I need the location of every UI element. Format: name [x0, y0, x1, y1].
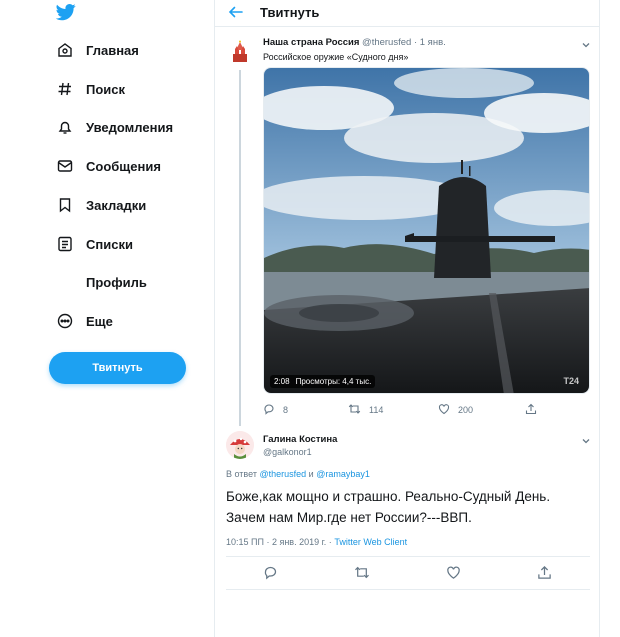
- avatar[interactable]: [226, 431, 254, 459]
- more-icon: [56, 312, 74, 330]
- share-icon[interactable]: [537, 565, 552, 585]
- tweet-detail-column: Твитнуть Наша страна Россия @therusfed ·…: [214, 0, 600, 637]
- profile-icon: [56, 273, 74, 291]
- divider: [226, 556, 590, 557]
- reply-context: В ответ @therusfed и @ramaybay1: [226, 469, 370, 479]
- tweet-button[interactable]: Твитнуть: [49, 352, 186, 384]
- tweet-timestamp[interactable]: 10:15 ПП · 2 янв. 2019 г. ·: [226, 537, 332, 547]
- like-count: 200: [458, 405, 474, 415]
- author-handle[interactable]: @galkonor1: [263, 447, 312, 457]
- retweet-button[interactable]: 114: [348, 403, 383, 417]
- reply-icon[interactable]: [263, 565, 278, 585]
- twitter-bird-icon[interactable]: [55, 2, 76, 22]
- video-info-badge: 2:08 Просмотры: 4,4 тыс.: [270, 375, 376, 388]
- share-button[interactable]: [525, 403, 537, 417]
- video-views: Просмотры: 4,4 тыс.: [295, 377, 372, 386]
- list-icon: [56, 235, 74, 253]
- thread-connector-line: [239, 70, 241, 426]
- avatar[interactable]: [226, 38, 254, 66]
- video-player[interactable]: 2:08 Просмотры: 4,4 тыс. T24: [263, 67, 590, 394]
- page-title: Твитнуть: [260, 5, 320, 20]
- sidebar-item-lists[interactable]: Списки: [56, 232, 133, 256]
- heart-icon[interactable]: [446, 565, 461, 585]
- envelope-icon: [56, 157, 74, 175]
- tweet-date[interactable]: · 1 янв.: [414, 37, 446, 48]
- sidebar-item-label: Сообщения: [86, 158, 161, 174]
- chevron-down-icon[interactable]: [581, 433, 591, 444]
- video-thumbnail: [264, 68, 589, 393]
- retweet-icon: [348, 403, 361, 417]
- sidebar-item-label: Профиль: [86, 274, 147, 290]
- channel-watermark: T24: [563, 376, 579, 386]
- home-icon: [56, 41, 74, 59]
- like-button[interactable]: 200: [438, 403, 473, 417]
- divider: [226, 589, 590, 590]
- bell-icon: [56, 118, 74, 136]
- sidebar-item-notifications[interactable]: Уведомления: [56, 115, 173, 139]
- tweet-text: Российское оружие «Судного дня»: [263, 52, 409, 62]
- bookmark-icon: [56, 196, 74, 214]
- mention-link[interactable]: @ramaybay1: [316, 469, 370, 479]
- author-name[interactable]: Галина Костина: [263, 434, 337, 445]
- sidebar-item-profile[interactable]: Профиль: [56, 270, 147, 294]
- share-icon: [525, 403, 537, 417]
- tweet-actions: 8 114 200: [263, 403, 563, 419]
- sidebar-item-label: Главная: [86, 42, 139, 58]
- tweet-metadata: 10:15 ПП · 2 янв. 2019 г. · Twitter Web …: [226, 537, 407, 547]
- tweet-actions: [215, 564, 601, 582]
- sidebar-item-label: Закладки: [86, 197, 147, 213]
- author-handle[interactable]: @therusfed: [362, 37, 411, 48]
- sidebar-item-label: Еще: [86, 313, 113, 329]
- hashtag-icon: [56, 80, 74, 98]
- sidebar-item-bookmarks[interactable]: Закладки: [56, 193, 146, 217]
- heart-icon: [438, 403, 450, 417]
- sidebar-item-search[interactable]: Поиск: [56, 77, 125, 101]
- author-name[interactable]: Наша страна Россия: [263, 37, 359, 48]
- retweet-icon[interactable]: [354, 565, 370, 585]
- reply-and: и: [308, 469, 314, 479]
- video-duration: 2:08: [274, 377, 290, 386]
- sidebar-item-label: Поиск: [86, 81, 126, 97]
- client-link[interactable]: Twitter Web Client: [334, 537, 407, 547]
- sidebar-item-home[interactable]: Главная: [56, 38, 139, 62]
- sidebar-item-messages[interactable]: Сообщения: [56, 154, 161, 178]
- header: Твитнуть: [215, 0, 599, 27]
- reply-icon: [263, 403, 275, 417]
- back-arrow-icon[interactable]: [227, 3, 245, 21]
- tweet-author[interactable]: Наша страна Россия @therusfed · 1 янв.: [263, 37, 446, 48]
- sidebar-item-label: Уведомления: [86, 119, 174, 135]
- reply-count: 8: [283, 405, 289, 415]
- sidebar: Главная Поиск Уведомления Сообщения Закл…: [0, 0, 213, 637]
- mention-link[interactable]: @therusfed: [259, 469, 306, 479]
- sidebar-item-label: Списки: [86, 236, 133, 252]
- reply-button[interactable]: 8: [263, 403, 288, 417]
- sidebar-item-more[interactable]: Еще: [56, 309, 113, 333]
- retweet-count: 114: [369, 405, 384, 415]
- tweet-text: Боже,как мощно и страшно. Реально-Судный…: [226, 489, 551, 525]
- chevron-down-icon[interactable]: [581, 37, 591, 48]
- reply-prefix: В ответ: [226, 469, 257, 479]
